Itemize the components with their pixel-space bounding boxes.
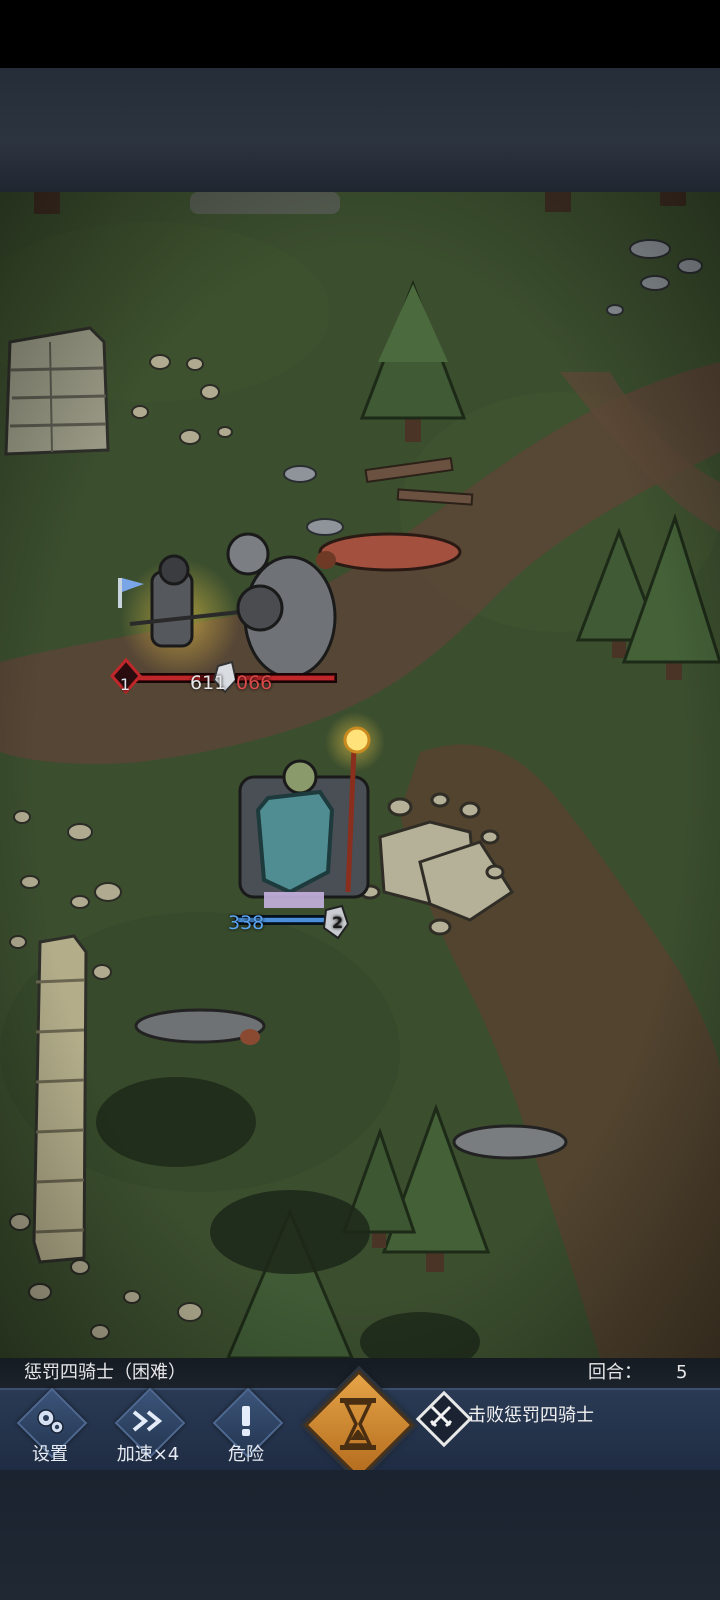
end-turn-button[interactable] bbox=[303, 1369, 415, 1481]
crossed-swords-icon bbox=[429, 1405, 453, 1428]
settings-button[interactable]: 设置 bbox=[8, 1387, 92, 1470]
speed-button[interactable]: 加速×4 bbox=[106, 1387, 190, 1470]
objective: 击败惩罚四骑士 bbox=[415, 1390, 720, 1448]
speed-label: 加速×4 bbox=[116, 1444, 180, 1465]
enemy-shield-hp: 066 bbox=[236, 672, 273, 694]
enemy-knight-level: 1 bbox=[120, 675, 131, 694]
round-counter: 5 bbox=[676, 1362, 688, 1383]
danger-label: 危险 bbox=[228, 1444, 264, 1465]
exclamation-icon bbox=[204, 1400, 288, 1442]
round-label: 回合： bbox=[588, 1362, 642, 1383]
fast-forward-icon bbox=[106, 1400, 190, 1442]
level-name: 惩罚四骑士（困难） bbox=[24, 1362, 186, 1383]
settings-label: 设置 bbox=[32, 1444, 68, 1465]
player-level: 2 bbox=[332, 913, 344, 932]
player-hp: 338 bbox=[228, 912, 265, 934]
gear-icon bbox=[8, 1400, 92, 1442]
objective-text: 击败惩罚四骑士 bbox=[468, 1405, 594, 1426]
danger-button[interactable]: 危险 bbox=[204, 1387, 288, 1470]
hourglass-icon bbox=[340, 1398, 376, 1450]
bottom-spacer bbox=[0, 1470, 720, 1600]
enemy-knight-hp: 611 bbox=[190, 672, 227, 694]
